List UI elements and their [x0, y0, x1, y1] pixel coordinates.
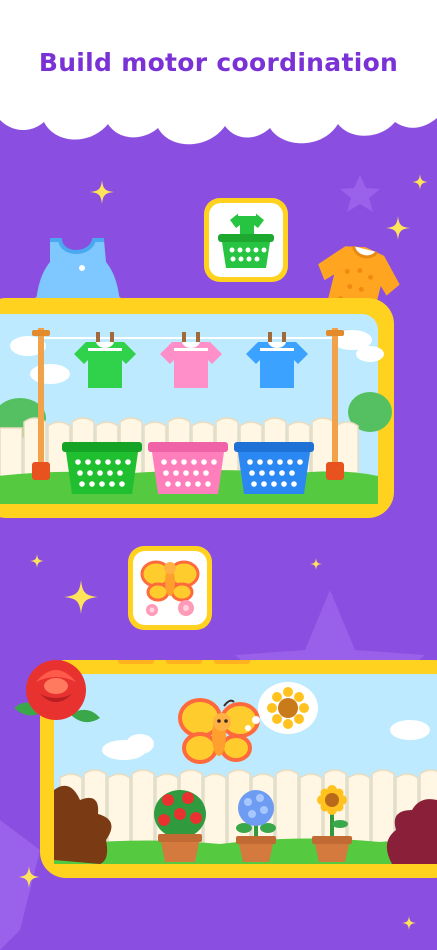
sparkle-icon — [90, 180, 114, 204]
green-shirt[interactable] — [72, 332, 138, 390]
sunflower-icon[interactable] — [312, 784, 352, 862]
blue-basket[interactable] — [234, 442, 314, 496]
sparkle-icon — [310, 558, 322, 570]
red-rose-icon — [14, 660, 100, 723]
sparkle-icon — [64, 580, 98, 614]
thought-bubble-sunflower — [245, 682, 318, 734]
butterfly-icon[interactable] — [126, 544, 214, 632]
page-title: Build motor coordination — [38, 48, 399, 77]
pink-shirt[interactable] — [158, 332, 224, 390]
blue-hydrangea-icon[interactable] — [234, 788, 278, 862]
blue-shirt[interactable] — [244, 332, 310, 390]
sparkle-icon — [412, 174, 428, 190]
sparkle-icon — [30, 554, 44, 568]
green-basket[interactable] — [62, 442, 142, 496]
sparkle-icon — [18, 866, 40, 888]
sparkle-icon — [402, 916, 416, 930]
red-rose-bush-icon[interactable] — [152, 786, 208, 862]
pink-basket[interactable] — [148, 442, 228, 496]
sparkle-icon — [386, 216, 410, 240]
laundry-basket-icon[interactable] — [202, 196, 290, 284]
